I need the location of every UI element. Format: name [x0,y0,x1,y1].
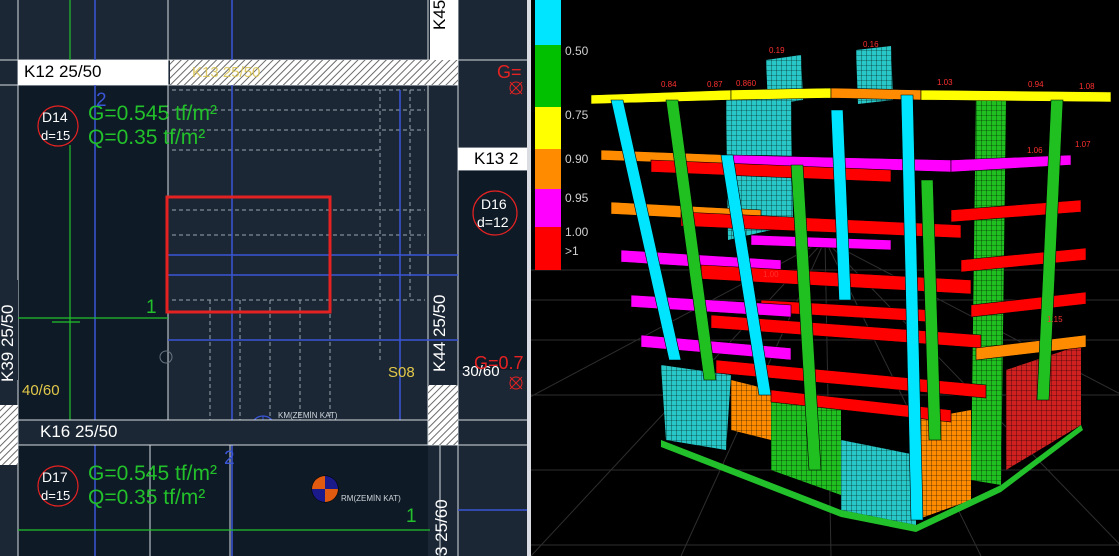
slab-d14-load-g: G=0.545 tf/m² [88,102,217,125]
ratio-label: 0.16 [863,40,879,49]
slab-s08-label: S08 [388,364,415,381]
ratio-label: 0.860 [736,79,757,88]
hatched-column-left-pattern [0,405,18,465]
slab-d17-id: D17 [42,469,68,485]
beam-bottom-right-label[interactable]: 3 25/60 [432,482,452,556]
hatched-column-pattern [428,385,458,445]
legend-label-1: 0.75 [565,108,589,122]
beam-k39-label[interactable]: K39 25/50 [0,282,18,382]
slab-d17-load-g: G=0.545 tf/m² [88,462,217,485]
beam-k45-label[interactable]: K45 [430,0,458,60]
beam-k44-label[interactable]: K44 25/50 [430,262,450,372]
slab-d14-thickness: d=15 [41,128,71,143]
slab-d17-thickness: d=15 [41,488,71,503]
ratio-label: 0.87 [707,80,723,89]
km-label: KM(ZEMİN KAT) [278,411,338,420]
model3d-viewport[interactable]: 0.50 0.75 0.90 0.95 1.00 >1 0.19 0.16 0.… [531,0,1119,556]
slab-d14-load-q: Q=0.35 tf/m² [88,126,206,149]
legend-label-2: 0.90 [565,152,589,166]
column-left-size: 40/60 [22,382,60,399]
cad-plan-viewport[interactable]: K12 25/50 K13 25/50 K13 2 K16 25/50 K45 … [0,0,527,556]
ratio-label: 1.07 [1075,140,1091,149]
red-load-label-top: G= [497,62,522,82]
slab-d16-thickness: d=12 [477,214,509,230]
ratio-label: 0.84 [661,80,677,89]
slab-d16-id: D16 [481,196,507,212]
slab-d14-id: D14 [42,109,68,125]
ratio-label: 1.08 [1079,82,1095,91]
red-load-label-mid: G=0.7 [474,353,524,373]
axis-2-top-label: 2 [96,90,107,111]
beam-k12-label[interactable]: K12 25/50 [24,62,102,82]
screen-root: K12 25/50 K13 25/50 K13 2 K16 25/50 K45 … [0,0,1119,556]
ratio-label: 1.03 [937,78,953,87]
legend-label-4: 1.00 [565,225,589,239]
ratio-label: 1.00 [763,270,779,279]
ratio-label: 1.06 [1027,146,1043,155]
ratio-label: 0.19 [769,46,785,55]
axis-2-bottom-label: 2 [224,448,235,469]
axis-1-left-label: 1 [146,297,157,318]
ratio-label: 1.15 [1047,315,1063,324]
legend-label-3: 0.95 [565,191,589,205]
beam-k16-label[interactable]: K16 25/50 [40,422,118,442]
rm-marker-icon[interactable] [311,475,339,503]
legend-label-0: 0.50 [565,44,589,58]
legend-label-5: >1 [565,244,579,258]
ratio-label: 0.94 [1028,80,1044,89]
axis-1-bottom-label: 1 [406,506,417,527]
beam-k13-label[interactable]: K13 2 [474,149,518,169]
rm-label: RM(ZEMİN KAT) [341,494,401,503]
beam-hatched-label: K13 25/50 [192,64,261,81]
slab-d17-load-q: Q=0.35 tf/m² [88,486,206,509]
ratio-legend [535,0,561,270]
